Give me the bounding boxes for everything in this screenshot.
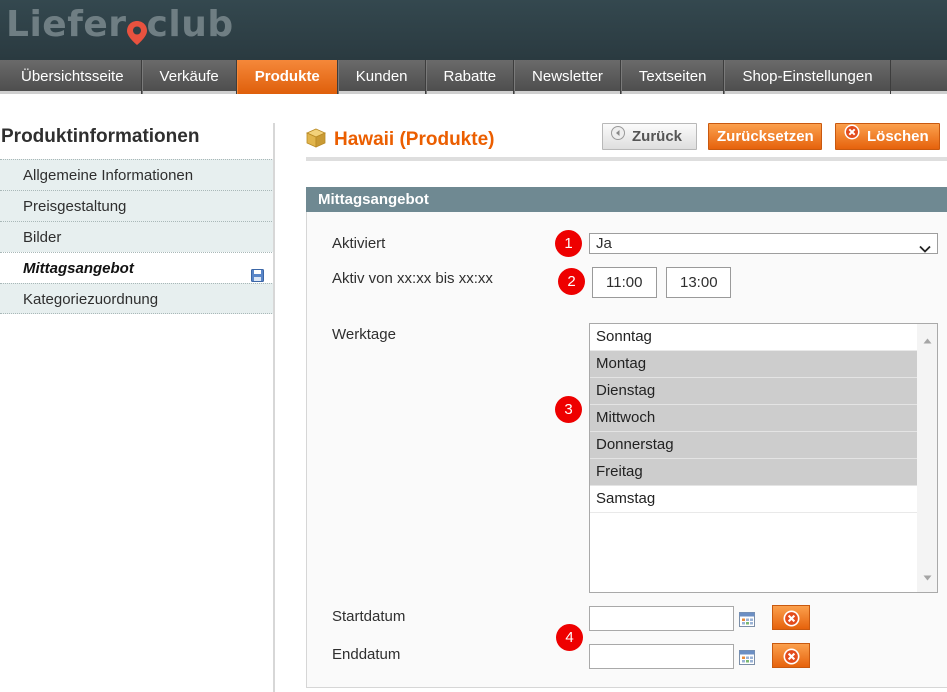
weekdays-scrollbar[interactable] (917, 324, 937, 592)
enabled-label: Aktiviert (332, 235, 386, 252)
fieldset-header: Mittagsangebot (306, 187, 947, 212)
reset-button[interactable]: Zurücksetzen (708, 123, 822, 150)
weekday-option-montag[interactable]: Montag (590, 351, 917, 378)
reset-button-label: Zurücksetzen (717, 128, 814, 145)
start-date-label: Startdatum (332, 608, 406, 625)
sidebar: Produktinformationen Allgemeine Informat… (0, 123, 274, 314)
weekday-option-freitag[interactable]: Freitag (590, 459, 917, 486)
weekday-option-dienstag[interactable]: Dienstag (590, 378, 917, 405)
nav-item-verkaeufe[interactable]: Verkäufe (141, 60, 237, 94)
sidebar-item-kategoriezuordnung[interactable]: Kategoriezuordnung (0, 283, 274, 314)
delete-button[interactable]: Löschen (835, 123, 940, 150)
delete-button-label: Löschen (867, 128, 929, 145)
title-divider (306, 157, 947, 161)
enabled-select-value: Ja (596, 235, 612, 252)
logo-text-right: club (146, 3, 234, 45)
nav-item-shop-einstellungen[interactable]: Shop-Einstellungen (724, 60, 891, 94)
annotation-badge-3: 3 (555, 396, 582, 423)
product-box-icon (306, 128, 326, 151)
weekday-option-mittwoch[interactable]: Mittwoch (590, 405, 917, 432)
sidebar-item-label: Mittagsangebot (23, 260, 134, 277)
sidebar-item-label: Kategoriezuordnung (23, 291, 159, 308)
clear-end-date-button[interactable] (772, 643, 810, 668)
end-date-input[interactable] (589, 644, 734, 669)
app-header: Liefer club (0, 0, 947, 60)
sidebar-item-label: Allgemeine Informationen (23, 167, 194, 184)
nav-item-textseiten[interactable]: Textseiten (620, 60, 725, 94)
annotation-badge-1: 1 (555, 230, 582, 257)
start-date-input[interactable] (589, 606, 734, 631)
annotation-badge-4: 4 (556, 624, 583, 651)
arrow-left-icon (611, 123, 625, 148)
sidebar-item-mittagsangebot[interactable]: Mittagsangebot (0, 252, 274, 283)
end-date-label: Enddatum (332, 646, 401, 663)
save-icon (251, 262, 264, 282)
calendar-icon[interactable] (739, 611, 755, 627)
time-to-input[interactable]: 13:00 (666, 267, 731, 298)
close-circle-icon (783, 610, 800, 627)
close-circle-icon (783, 648, 800, 665)
weekdays-label: Werktage (332, 326, 396, 343)
location-pin-icon (125, 2, 149, 46)
nav-item-newsletter[interactable]: Newsletter (514, 60, 621, 94)
weekday-option-donnerstag[interactable]: Donnerstag (590, 432, 917, 459)
sidebar-item-preisgestaltung[interactable]: Preisgestaltung (0, 190, 274, 221)
sidebar-item-bilder[interactable]: Bilder (0, 221, 274, 252)
close-circle-icon (844, 123, 860, 148)
nav-item-produkte[interactable]: Produkte (236, 60, 338, 94)
clear-start-date-button[interactable] (772, 605, 810, 630)
annotation-badge-2: 2 (558, 268, 585, 295)
weekdays-multiselect[interactable]: Sonntag Montag Dienstag Mittwoch Donners… (589, 323, 938, 593)
sidebar-item-label: Preisgestaltung (23, 198, 127, 215)
page-title: Hawaii (Produkte) (334, 129, 495, 150)
logo[interactable]: Liefer club (6, 2, 234, 46)
sidebar-item-allgemeine-informationen[interactable]: Allgemeine Informationen (0, 159, 274, 190)
chevron-down-icon (919, 239, 931, 258)
nav-item-uebersichtsseite[interactable]: Übersichtsseite (4, 60, 142, 94)
logo-text-left: Liefer (6, 3, 127, 45)
calendar-icon[interactable] (739, 649, 755, 665)
back-button-label: Zurück (632, 128, 683, 145)
scroll-up-icon[interactable] (923, 331, 932, 347)
enabled-select[interactable]: Ja (589, 233, 938, 254)
scroll-down-icon[interactable] (923, 568, 932, 584)
sidebar-item-label: Bilder (23, 229, 62, 246)
sidebar-title: Produktinformationen (1, 126, 200, 147)
main-nav: Übersichtsseite Verkäufe Produkte Kunden… (0, 60, 947, 94)
time-from-input[interactable]: 11:00 (592, 267, 657, 298)
nav-item-rabatte[interactable]: Rabatte (425, 60, 515, 94)
active-time-label: Aktiv von xx:xx bis xx:xx (332, 270, 493, 287)
nav-item-kunden[interactable]: Kunden (337, 60, 426, 94)
weekday-option-sonntag[interactable]: Sonntag (590, 324, 917, 351)
back-button[interactable]: Zurück (602, 123, 697, 150)
sidebar-divider (273, 123, 275, 692)
weekday-option-samstag[interactable]: Samstag (590, 486, 917, 513)
